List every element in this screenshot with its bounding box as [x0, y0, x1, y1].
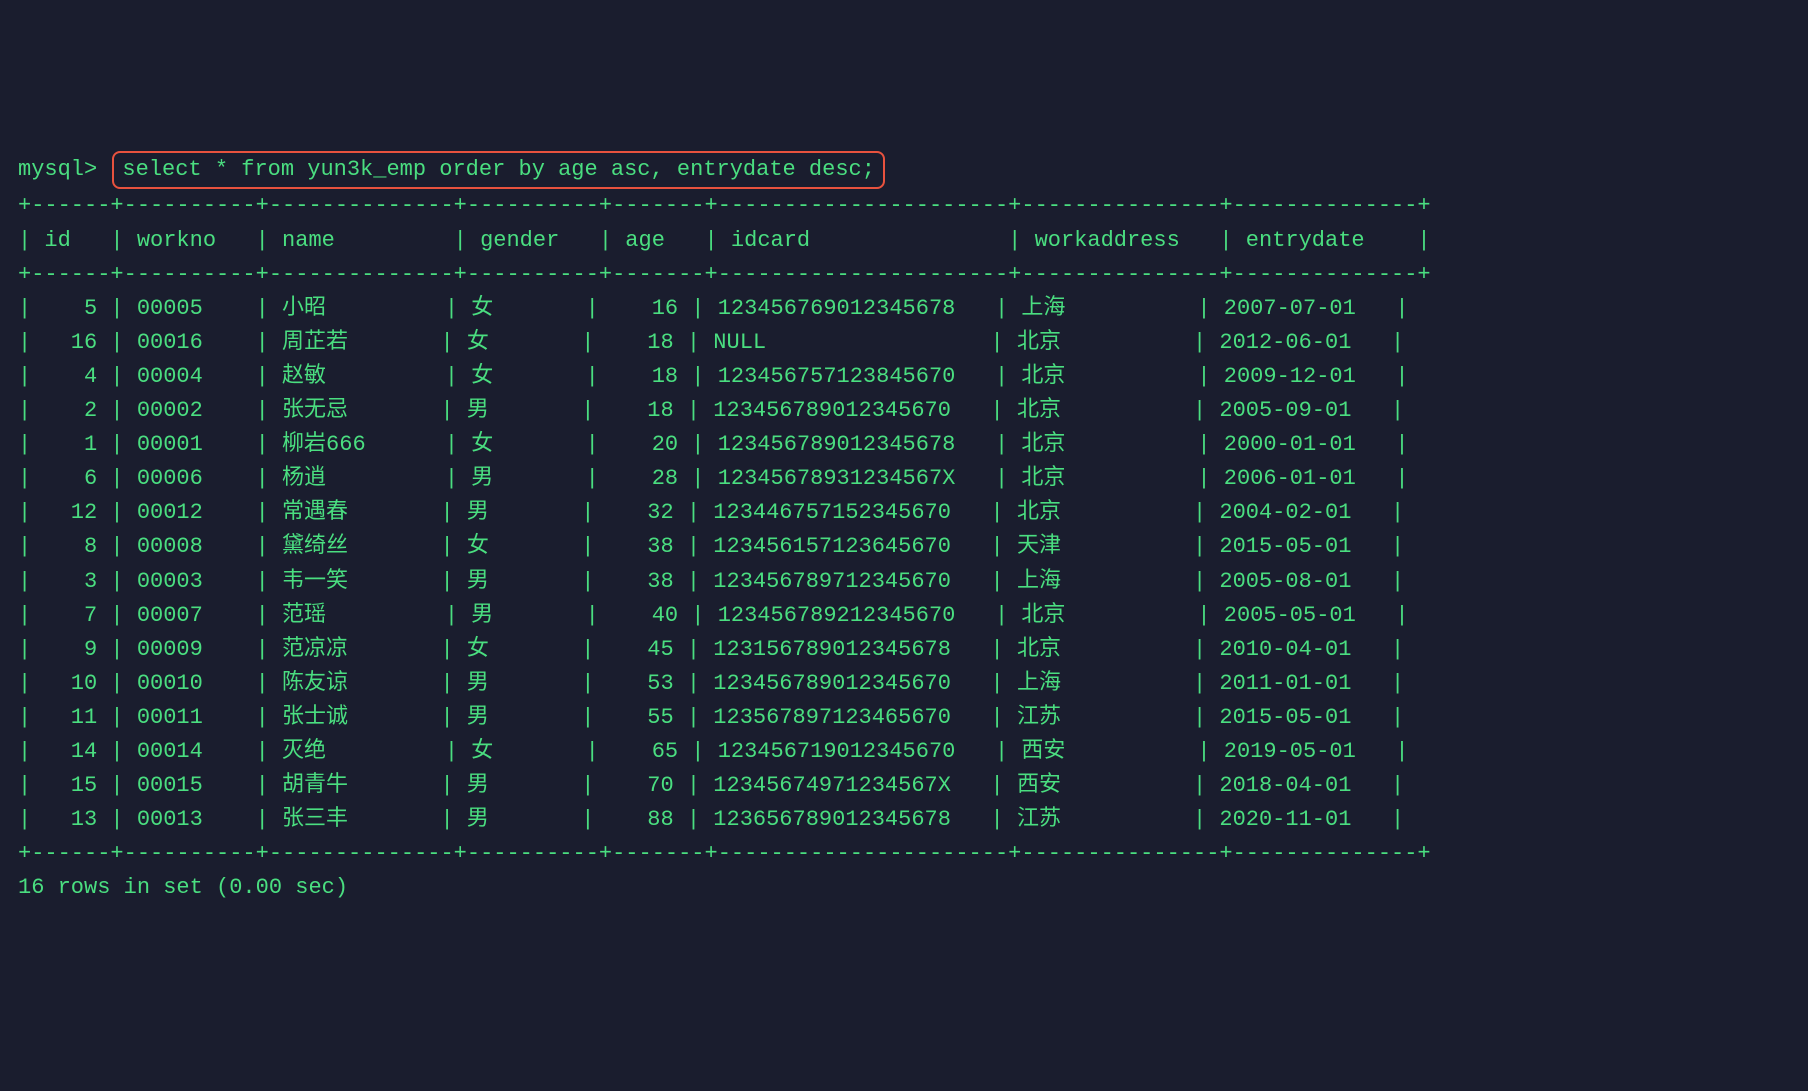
- mysql-prompt: mysql>: [18, 157, 97, 182]
- table-header-row: | id | workno | name | gender | age | id…: [18, 228, 1431, 253]
- table-bottom-border: +------+----------+--------------+------…: [18, 841, 1431, 866]
- table-top-border: +------+----------+--------------+------…: [18, 193, 1431, 218]
- result-footer: 16 rows in set (0.00 sec): [18, 875, 348, 900]
- mysql-terminal: mysql> select * from yun3k_emp order by …: [18, 151, 1790, 905]
- table-header-border: +------+----------+--------------+------…: [18, 262, 1431, 287]
- table-body: | 5 | 00005 | 小昭 | 女 | 16 | 123456769012…: [18, 296, 1409, 832]
- sql-query-highlight: select * from yun3k_emp order by age asc…: [112, 151, 885, 189]
